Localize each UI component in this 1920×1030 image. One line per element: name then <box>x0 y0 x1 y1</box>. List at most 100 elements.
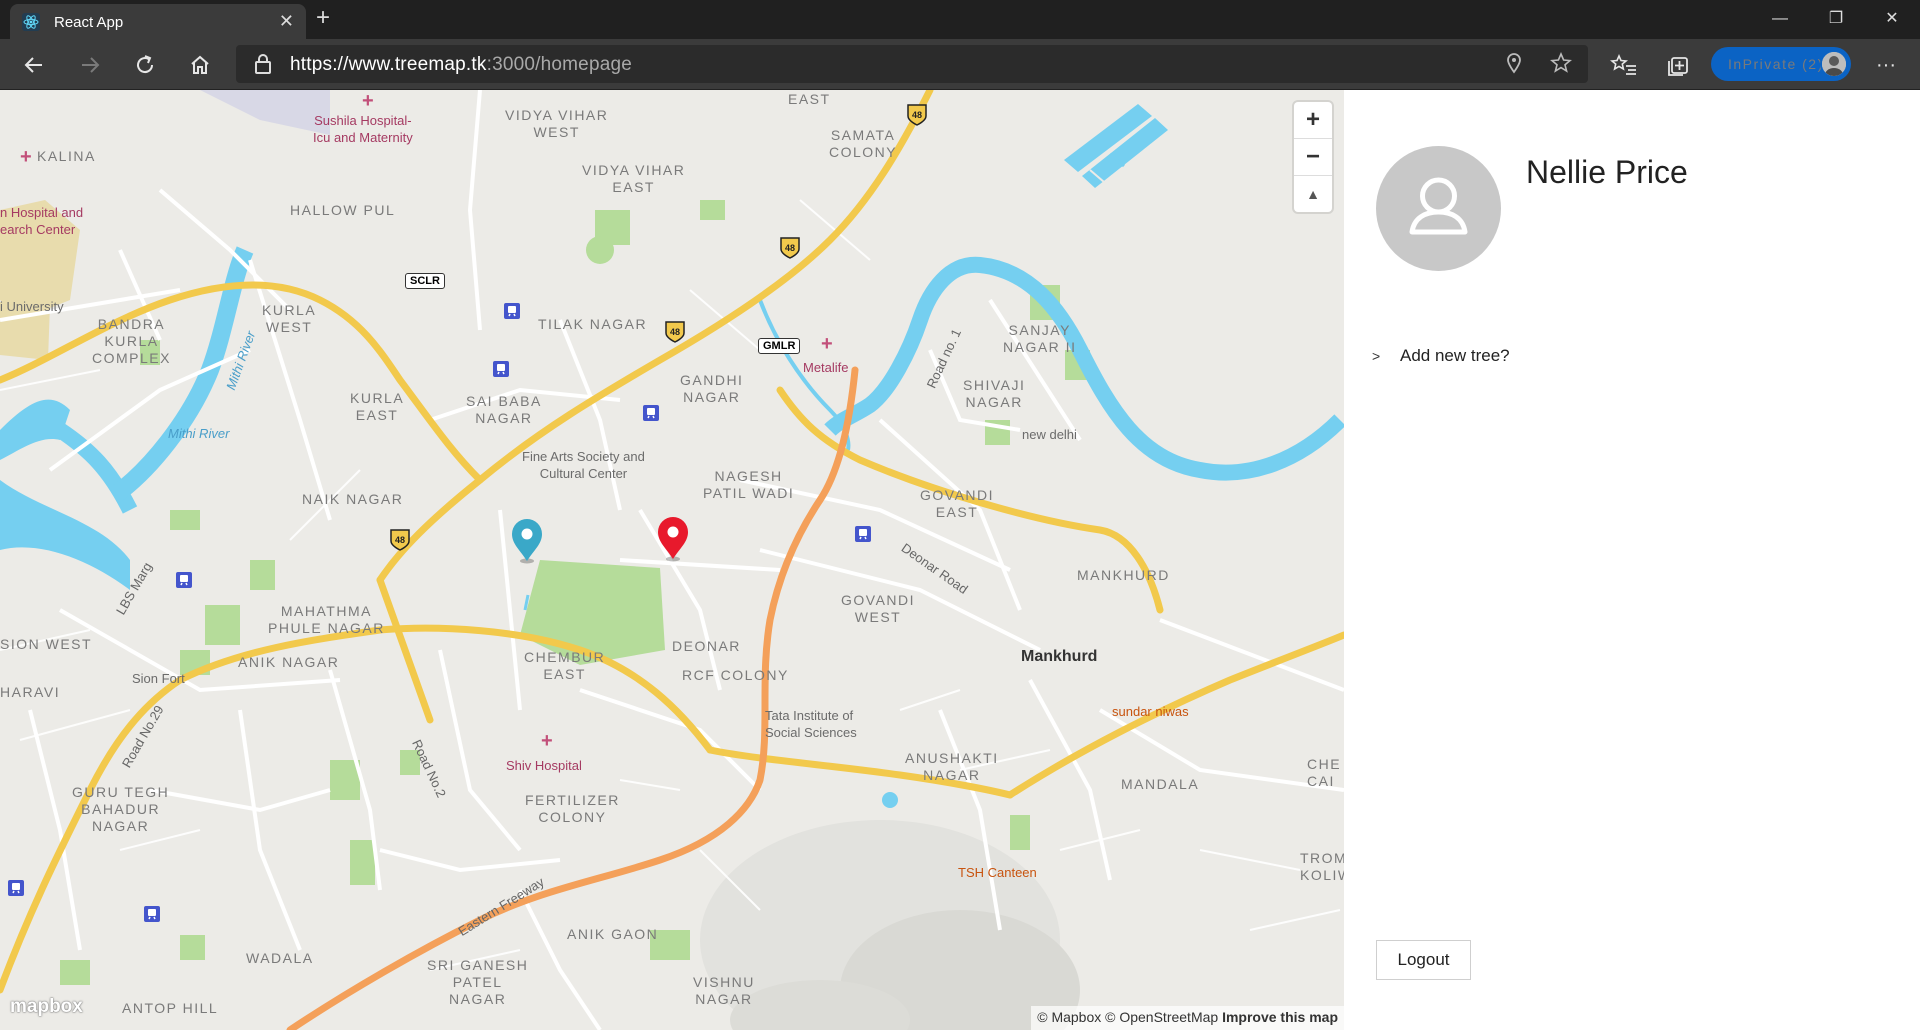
map-label-new-delhi: new delhi <box>1022 427 1077 442</box>
map-label-shivaji-nagar: SHIVAJI NAGAR <box>963 377 1026 410</box>
profile-avatar <box>1820 50 1848 78</box>
map-label-sai-baba-nagar: SAI BABA NAGAR <box>466 393 542 426</box>
user-name: Nellie Price <box>1526 154 1688 190</box>
nh48-shield-icon: 48 <box>907 104 927 126</box>
map-label-sri-ganesh: SRI GANESH PATEL NAGAR <box>427 957 529 1007</box>
map-label-fertilizer-colony: FERTILIZER COLONY <box>525 792 620 825</box>
map-label-naik-nagar: NAIK NAGAR <box>302 491 404 507</box>
map-label-vidya-vihar-west: VIDYA VIHAR WEST <box>505 107 609 140</box>
map-label-nagesh-patil-wadi: NAGESH PATIL WADI <box>703 468 795 501</box>
new-tab-button[interactable]: + <box>316 3 330 33</box>
user-avatar-icon <box>1409 177 1468 235</box>
map-label-vishnu-nagar: VISHNU NAGAR <box>693 974 755 1007</box>
gmlr-road-shield: GMLR <box>758 338 801 354</box>
svg-text:48: 48 <box>785 243 795 253</box>
svg-text:48: 48 <box>912 110 922 120</box>
map-label-east: EAST <box>788 91 831 107</box>
red-location-marker[interactable] <box>656 516 690 562</box>
user-panel: Nellie Price > Add new tree? Logout <box>1344 90 1920 1030</box>
sclr-road-shield: SCLR <box>405 273 445 289</box>
compass-reset-button[interactable]: ▲ <box>1294 176 1332 212</box>
map-label-mandala: MANDALA <box>1121 776 1200 792</box>
map-label-che: CHE CAI <box>1307 756 1342 789</box>
map-label-trom: TROM KOLIW <box>1300 850 1344 883</box>
train-station-icon <box>176 572 192 588</box>
restore-button[interactable]: ❐ <box>1808 0 1864 39</box>
map-label-tata-institute: Tata Institute of Social Sciences <box>765 708 857 740</box>
map-label-rcf-colony: RCF COLONY <box>682 667 789 683</box>
map-label-university: i University <box>0 299 64 314</box>
hospital-icon: + <box>541 730 553 752</box>
train-station-icon <box>493 361 509 377</box>
map-label-govandi-west: GOVANDI WEST <box>841 592 916 625</box>
map-label-deonar: DEONAR <box>672 638 741 654</box>
address-bar: https://www.treemap.tk:3000/homepage InP… <box>0 39 1920 90</box>
map-label-anik-nagar: ANIK NAGAR <box>238 654 340 670</box>
map-label-anushakti-nagar: ANUSHAKTI NAGAR <box>905 750 999 783</box>
inprivate-button[interactable]: InPrivate (2) <box>1711 47 1851 81</box>
collections-icon[interactable] <box>1660 47 1696 83</box>
map-label-tsh-canteen: TSH Canteen <box>958 865 1037 880</box>
map-label-vidya-vihar-east: VIDYA VIHAR EAST <box>582 162 686 195</box>
close-window-button[interactable]: ✕ <box>1864 0 1920 39</box>
map-label-guru-tegh: GURU TEGH BAHADUR NAGAR <box>72 784 170 834</box>
nh48-shield-icon: 48 <box>390 529 410 551</box>
tab-bar: React App ✕ + — ❐ ✕ <box>0 0 1920 39</box>
map-label-dharavi: HARAVI <box>0 684 61 700</box>
url-path: :3000/homepage <box>486 54 633 75</box>
map-label-hallow-pul: HALLOW PUL <box>290 202 396 218</box>
map-label-antop-hill: ANTOP HILL <box>122 1000 219 1016</box>
map-canvas[interactable]: 48 48 48 48 SCLR GMLR + + + + EAST VIDYA… <box>0 90 1344 1030</box>
map-label-mahathma-phule: MAHATHMA PHULE NAGAR <box>268 603 385 636</box>
map-label-kalina: KALINA <box>37 148 96 164</box>
zoom-out-button[interactable]: − <box>1294 139 1332 175</box>
map-label-kurla-west: KURLA WEST <box>262 302 317 335</box>
hospital-icon: + <box>362 90 374 112</box>
map-label-mithi-river-2: Mithi River <box>168 426 230 441</box>
map-label-wadala: WADALA <box>246 950 314 966</box>
home-icon[interactable] <box>182 47 218 83</box>
hospital-icon: + <box>821 333 833 355</box>
user-avatar <box>1376 146 1501 271</box>
blue-location-marker[interactable] <box>510 518 544 564</box>
map-label-tilak-nagar: TILAK NAGAR <box>538 316 648 332</box>
svg-text:48: 48 <box>395 535 405 545</box>
map-zoom-control: + − ▲ <box>1294 102 1332 212</box>
train-station-icon <box>855 526 871 542</box>
attribution-text[interactable]: © Mapbox © OpenStreetMap <box>1037 1009 1218 1025</box>
tab-close-icon[interactable]: ✕ <box>279 11 294 31</box>
location-icon[interactable] <box>1504 52 1524 80</box>
refresh-icon[interactable] <box>127 47 163 83</box>
improve-map-link[interactable]: Improve this map <box>1222 1009 1338 1025</box>
inprivate-label: InPrivate (2) <box>1728 56 1824 72</box>
svg-text:48: 48 <box>670 327 680 337</box>
map-label-govandi-east: GOVANDI EAST <box>920 487 995 520</box>
back-arrow-icon[interactable] <box>16 47 52 83</box>
train-station-icon <box>144 906 160 922</box>
tab-react-app[interactable]: React App ✕ <box>10 4 306 39</box>
map-label-sushila-hospital: Sushila Hospital- Icu and Maternity <box>313 113 413 145</box>
minimize-button[interactable]: — <box>1752 0 1808 39</box>
favorites-icon[interactable] <box>1606 47 1642 83</box>
url-field[interactable]: https://www.treemap.tk:3000/homepage <box>236 45 1588 83</box>
map-label-shiv-hospital: Shiv Hospital <box>506 758 582 773</box>
train-station-icon <box>8 880 24 896</box>
map-label-mankhurd-area: MANKHURD <box>1077 567 1170 583</box>
logout-button[interactable]: Logout <box>1376 940 1471 980</box>
map-label-sion-fort: Sion Fort <box>132 671 185 686</box>
map-label-fine-arts: Fine Arts Society and Cultural Center <box>522 449 645 481</box>
favorite-star-icon[interactable] <box>1550 51 1572 80</box>
train-station-icon <box>504 303 520 319</box>
url-host: https://www.treemap.tk <box>290 54 487 75</box>
tab-title: React App <box>54 14 124 31</box>
forward-arrow-icon[interactable] <box>72 47 108 83</box>
settings-more-icon[interactable]: ··· <box>1868 47 1904 83</box>
lock-icon[interactable] <box>254 54 272 79</box>
add-new-tree-toggle[interactable]: > Add new tree? <box>1372 346 1510 366</box>
nh48-shield-icon: 48 <box>780 237 800 259</box>
zoom-in-button[interactable]: + <box>1294 102 1332 138</box>
mapbox-logo[interactable]: mapbox <box>10 996 83 1018</box>
map-label-sundar-niwas: sundar niwas <box>1112 704 1189 719</box>
map-attribution: © Mapbox © OpenStreetMap Improve this ma… <box>1031 1006 1344 1030</box>
hospital-icon: + <box>20 146 32 168</box>
